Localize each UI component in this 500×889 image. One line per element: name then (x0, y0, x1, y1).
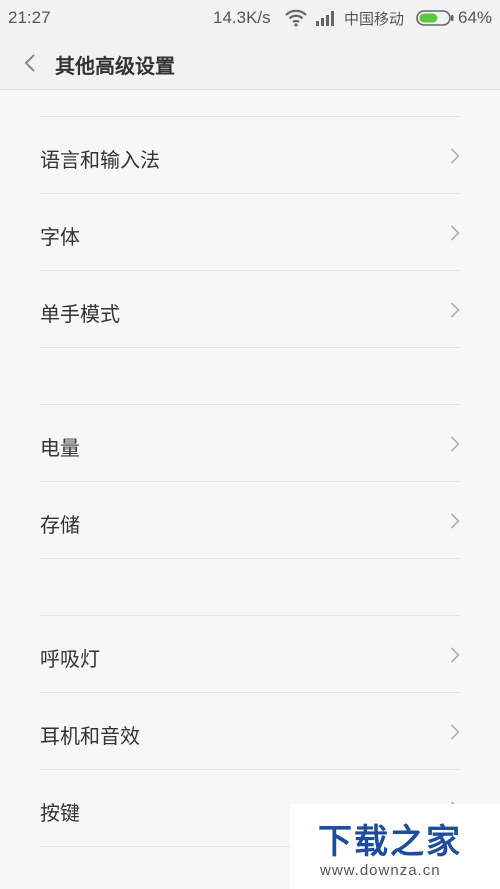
divider (40, 692, 460, 693)
setting-headphones-audio[interactable]: 耳机和音效 (40, 694, 460, 770)
setting-label: 电量 (40, 436, 80, 460)
chevron-left-icon[interactable] (20, 52, 40, 74)
setting-language-input[interactable]: 语言和输入法 (40, 118, 460, 194)
setting-one-hand-mode[interactable]: 单手模式 (40, 272, 460, 348)
chevron-right-icon (450, 148, 460, 164)
cell-signal-icon (316, 11, 334, 26)
chevron-right-icon (450, 724, 460, 740)
status-time: 21:27 (8, 8, 51, 27)
status-bar: 21:27 14.3K/s 中国移动 64% (0, 0, 500, 36)
divider (40, 347, 460, 348)
divider (40, 558, 460, 559)
setting-label: 字体 (40, 225, 80, 249)
divider (40, 481, 460, 482)
title-bar: 其他高级设置 (0, 36, 500, 90)
battery-icon (416, 10, 454, 26)
setting-battery[interactable]: 电量 (40, 406, 460, 482)
watermark: 下载之家 www.downza.cn (290, 804, 500, 889)
divider (40, 116, 460, 117)
setting-label: 单手模式 (40, 302, 120, 326)
battery-percent: 64% (458, 8, 493, 27)
divider (40, 270, 460, 271)
setting-label: 语言和输入法 (40, 148, 160, 172)
setting-font[interactable]: 字体 (40, 195, 460, 271)
chevron-right-icon (450, 513, 460, 529)
divider (40, 769, 460, 770)
watermark-logo: 下载之家 (318, 822, 462, 862)
divider (40, 193, 460, 194)
page-title: 其他高级设置 (55, 54, 175, 78)
divider (40, 404, 460, 405)
chevron-right-icon (450, 647, 460, 663)
chevron-right-icon (450, 225, 460, 241)
wifi-icon (285, 9, 307, 27)
watermark-url: www.downza.cn (320, 862, 441, 879)
chevron-right-icon (450, 302, 460, 318)
setting-label: 耳机和音效 (40, 724, 140, 748)
network-speed: 14.3K/s (213, 8, 271, 27)
carrier-name: 中国移动 (344, 10, 405, 28)
setting-label: 呼吸灯 (40, 647, 100, 671)
setting-label: 存储 (40, 513, 80, 537)
setting-notification-light[interactable]: 呼吸灯 (40, 617, 460, 693)
chevron-right-icon (450, 436, 460, 452)
divider (40, 615, 460, 616)
setting-label: 按键 (40, 801, 80, 825)
setting-storage[interactable]: 存储 (40, 483, 460, 559)
